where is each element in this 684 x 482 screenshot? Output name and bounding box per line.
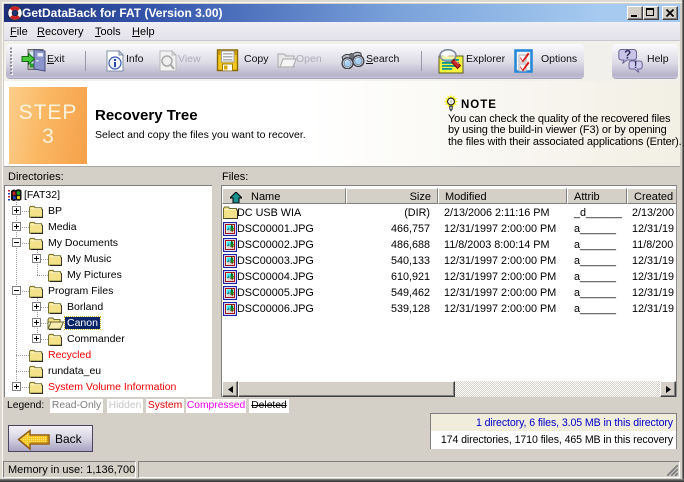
- svg-text:!: !: [634, 59, 638, 71]
- svg-text:?: ?: [624, 50, 631, 62]
